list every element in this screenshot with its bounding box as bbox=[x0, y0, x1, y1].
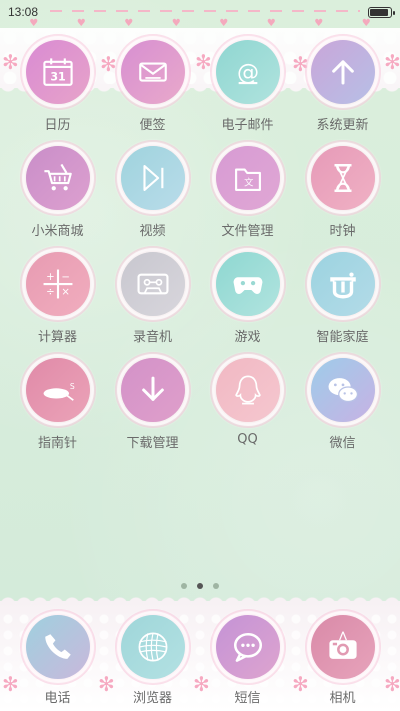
page-indicator bbox=[0, 583, 400, 589]
app-folder[interactable]: 文文件管理 bbox=[200, 138, 295, 239]
app-label: 录音机 bbox=[132, 330, 172, 345]
app-label: 微信 bbox=[329, 436, 356, 451]
shopping-cart-icon[interactable] bbox=[17, 138, 98, 218]
calendar-icon[interactable]: 31 bbox=[17, 32, 98, 112]
svg-text:+: + bbox=[46, 272, 55, 283]
page-dot[interactable] bbox=[181, 583, 187, 589]
app-label: 视频 bbox=[139, 224, 166, 239]
folder-icon[interactable]: 文 bbox=[207, 138, 288, 218]
at-sign-icon[interactable]: @ bbox=[207, 32, 288, 112]
app-at-sign[interactable]: @ 电子邮件 bbox=[200, 32, 295, 133]
app-label: 便签 bbox=[139, 118, 166, 133]
chat-bubbles-icon[interactable] bbox=[302, 350, 383, 430]
app-label: 时钟 bbox=[329, 224, 356, 239]
svg-text:@: @ bbox=[236, 60, 258, 86]
svg-text:÷: ÷ bbox=[46, 287, 55, 298]
app-cassette[interactable]: 录音机 bbox=[105, 244, 200, 345]
play-icon[interactable] bbox=[112, 138, 193, 218]
svg-text:×: × bbox=[61, 287, 70, 298]
cassette-icon[interactable] bbox=[112, 244, 193, 324]
app-label: 电子邮件 bbox=[221, 118, 274, 133]
compass-icon[interactable]: S bbox=[17, 350, 98, 430]
app-gamepad[interactable]: 游戏 bbox=[200, 244, 295, 345]
app-chat-bubbles[interactable]: 微信 bbox=[295, 350, 390, 451]
app-label: 相机 bbox=[329, 691, 356, 706]
svg-text:−: − bbox=[61, 272, 70, 283]
app-label: 计算器 bbox=[37, 330, 77, 345]
dock: 电话 浏览器 短信 相机 bbox=[0, 607, 400, 706]
page-dot[interactable] bbox=[213, 583, 219, 589]
message-icon[interactable] bbox=[207, 607, 288, 687]
download-icon[interactable] bbox=[112, 350, 193, 430]
app-label: 下载管理 bbox=[126, 436, 179, 451]
app-play[interactable]: 视频 bbox=[105, 138, 200, 239]
app-hourglass[interactable]: 时钟 bbox=[295, 138, 390, 239]
envelope-icon[interactable] bbox=[112, 32, 193, 112]
arrow-up-icon[interactable] bbox=[302, 32, 383, 112]
app-label: 日历 bbox=[44, 118, 71, 133]
gamepad-icon[interactable] bbox=[207, 244, 288, 324]
penguin-icon[interactable] bbox=[207, 350, 288, 430]
hourglass-icon[interactable] bbox=[302, 138, 383, 218]
battery-icon bbox=[368, 6, 395, 18]
calculator-icon[interactable]: + − ÷ × bbox=[17, 244, 98, 324]
app-dock-phone[interactable]: 电话 bbox=[10, 607, 105, 706]
svg-text:文: 文 bbox=[244, 177, 254, 189]
app-label: 指南针 bbox=[37, 436, 77, 451]
app-label: 小米商城 bbox=[31, 224, 84, 239]
app-shopping-cart[interactable]: 小米商城 bbox=[10, 138, 105, 239]
camera-icon[interactable] bbox=[302, 607, 383, 687]
app-label: 游戏 bbox=[234, 330, 261, 345]
app-label: 智能家庭 bbox=[316, 330, 369, 345]
app-smart-home[interactable]: 智能家庭 bbox=[295, 244, 390, 345]
app-label: 文件管理 bbox=[221, 224, 274, 239]
app-penguin[interactable]: QQ bbox=[200, 350, 295, 448]
app-dock-globe[interactable]: 浏览器 bbox=[105, 607, 200, 706]
svg-text:31: 31 bbox=[50, 71, 65, 84]
app-download[interactable]: 下载管理 bbox=[105, 350, 200, 451]
app-label: 短信 bbox=[234, 691, 261, 706]
app-label: 电话 bbox=[44, 691, 71, 706]
app-label: 系统更新 bbox=[316, 118, 369, 133]
globe-icon[interactable] bbox=[112, 607, 193, 687]
app-grid: 31 日历 便签 @ 电子邮件 系统更新 小米商城 视频文文件管理 时钟 + − ÷ × 计算器 录音机 游戏… bbox=[0, 32, 400, 451]
app-calendar[interactable]: 31 日历 bbox=[10, 32, 105, 133]
app-calculator[interactable]: + − ÷ × 计算器 bbox=[10, 244, 105, 345]
svg-text:S: S bbox=[69, 382, 74, 391]
app-label: QQ bbox=[237, 432, 258, 447]
phone-icon[interactable] bbox=[17, 607, 98, 687]
app-dock-camera[interactable]: 相机 bbox=[295, 607, 390, 706]
status-bar: 13:08 bbox=[0, 0, 400, 24]
app-dock-message[interactable]: 短信 bbox=[200, 607, 295, 706]
status-time: 13:08 bbox=[8, 5, 39, 19]
app-compass[interactable]: S 指南针 bbox=[10, 350, 105, 451]
app-envelope[interactable]: 便签 bbox=[105, 32, 200, 133]
app-label: 浏览器 bbox=[132, 691, 172, 706]
app-arrow-up[interactable]: 系统更新 bbox=[295, 32, 390, 133]
smart-home-icon[interactable] bbox=[302, 244, 383, 324]
page-dot[interactable] bbox=[197, 583, 203, 589]
